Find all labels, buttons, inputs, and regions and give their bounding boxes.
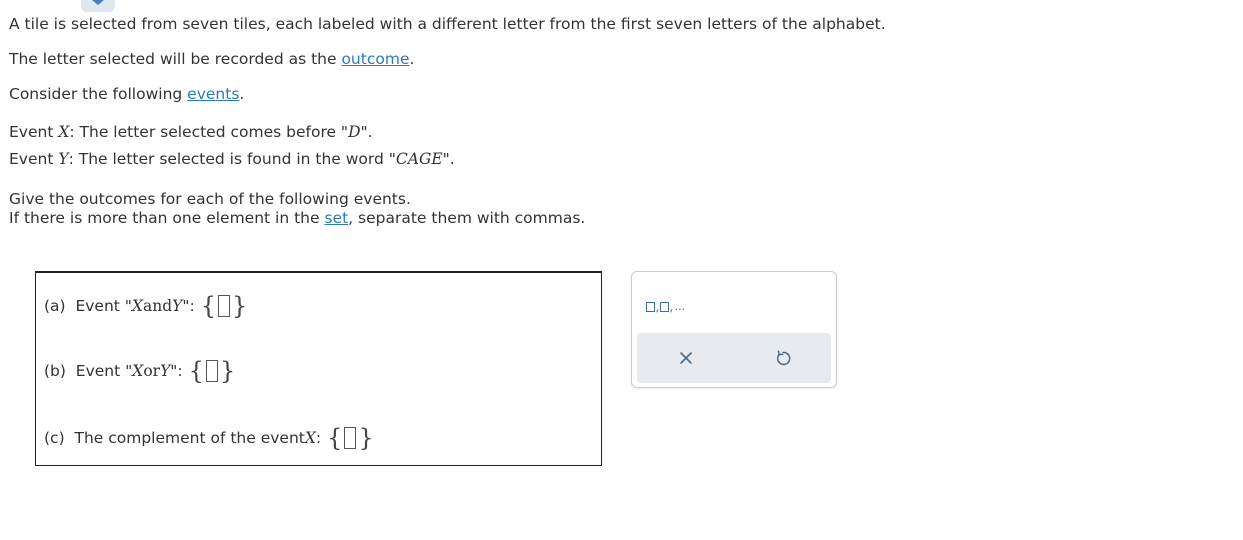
- brace-open: {: [200, 292, 216, 320]
- event-text: : The letter selected is found in the wo…: [68, 150, 396, 168]
- punctuation: .: [409, 50, 415, 68]
- box-icon: [659, 302, 669, 312]
- answer-input-b[interactable]: {}: [189, 359, 236, 383]
- intro-text: Consider the following: [9, 85, 188, 103]
- event-y-definition: Event Y: The letter selected is found in…: [9, 149, 455, 169]
- intro-line-3: Consider the following events.: [9, 84, 244, 104]
- instruction-line-2: If there is more than one element in the…: [9, 208, 585, 228]
- brace-close: }: [358, 424, 374, 452]
- box-icon: [646, 302, 655, 312]
- event-text: : The letter selected comes before ": [69, 123, 349, 141]
- brace-close: }: [219, 357, 236, 385]
- brace-close: }: [232, 292, 248, 320]
- question-text: ":: [170, 362, 183, 380]
- question-b: (b) Event " X or Y ": {}: [44, 359, 235, 383]
- instruction-text: If there is more than one element in the: [9, 209, 325, 227]
- punctuation: .: [239, 85, 245, 103]
- brace-open: {: [327, 424, 343, 452]
- set-template-button[interactable]: ,,...: [646, 292, 686, 314]
- intro-text: A tile is selected from seven tiles, eac…: [9, 15, 886, 33]
- undo-icon: [776, 350, 791, 366]
- var-x: X: [131, 297, 143, 315]
- undo-button[interactable]: [772, 347, 794, 369]
- answer-input-a[interactable]: {}: [201, 294, 248, 318]
- var-y: Y: [172, 297, 183, 315]
- instruction-text: Give the outcomes for each of the follow…: [9, 190, 411, 208]
- math-tool-panel: ,,...: [631, 271, 837, 388]
- answer-area: (a) Event " X and Y ": {} (b) Event " X or …: [35, 271, 602, 466]
- question-text: Event ": [75, 362, 133, 380]
- template-comma: ,: [655, 300, 660, 314]
- input-slot[interactable]: [218, 295, 230, 317]
- events-link[interactable]: events: [187, 85, 239, 103]
- event-text: Event: [9, 123, 59, 141]
- input-slot[interactable]: [344, 427, 357, 449]
- question-label: (c): [44, 429, 65, 447]
- question-c: (c) The complement of the event X: {}: [44, 426, 374, 450]
- event-text: ".: [360, 123, 373, 141]
- intro-line-2: The letter selected will be recorded as …: [9, 49, 414, 69]
- var-x: X: [132, 362, 144, 380]
- template-dots: ...: [674, 300, 686, 313]
- question-text: or: [143, 362, 161, 380]
- instruction-line-1: Give the outcomes for each of the follow…: [9, 189, 411, 209]
- question-a: (a) Event " X and Y ": {}: [44, 294, 247, 318]
- question-text: :: [315, 429, 322, 447]
- question-text: and: [142, 297, 173, 315]
- chevron-down-icon: [92, 0, 104, 5]
- letter-d: D: [348, 123, 361, 141]
- close-icon: [680, 352, 692, 364]
- outcome-link[interactable]: outcome: [341, 50, 409, 68]
- question-label: (b): [44, 362, 66, 380]
- intro-text: The letter selected will be recorded as …: [9, 50, 342, 68]
- question-text: Event ": [75, 297, 132, 315]
- var-y: Y: [160, 362, 171, 380]
- var-x: X: [58, 123, 70, 141]
- question-text: ":: [182, 297, 195, 315]
- action-bar: [637, 333, 831, 383]
- input-slot[interactable]: [205, 360, 218, 382]
- var-x: X: [304, 429, 316, 447]
- set-link[interactable]: set: [324, 209, 348, 227]
- event-text: ".: [442, 150, 455, 168]
- clear-button[interactable]: [675, 347, 697, 369]
- event-text: Event: [9, 150, 59, 168]
- brace-open: {: [188, 357, 204, 385]
- question-label: (a): [44, 297, 66, 315]
- question-text: The complement of the event: [74, 429, 305, 447]
- word-cage: CAGE: [395, 150, 443, 168]
- event-x-definition: Event X: The letter selected comes befor…: [9, 122, 373, 142]
- template-comma: ,: [669, 300, 674, 314]
- answer-input-c[interactable]: {}: [327, 426, 374, 450]
- intro-line-1: A tile is selected from seven tiles, eac…: [9, 14, 886, 34]
- collapse-tab[interactable]: [81, 0, 115, 12]
- instruction-text: , separate them with commas.: [348, 209, 586, 227]
- var-y: Y: [58, 150, 69, 168]
